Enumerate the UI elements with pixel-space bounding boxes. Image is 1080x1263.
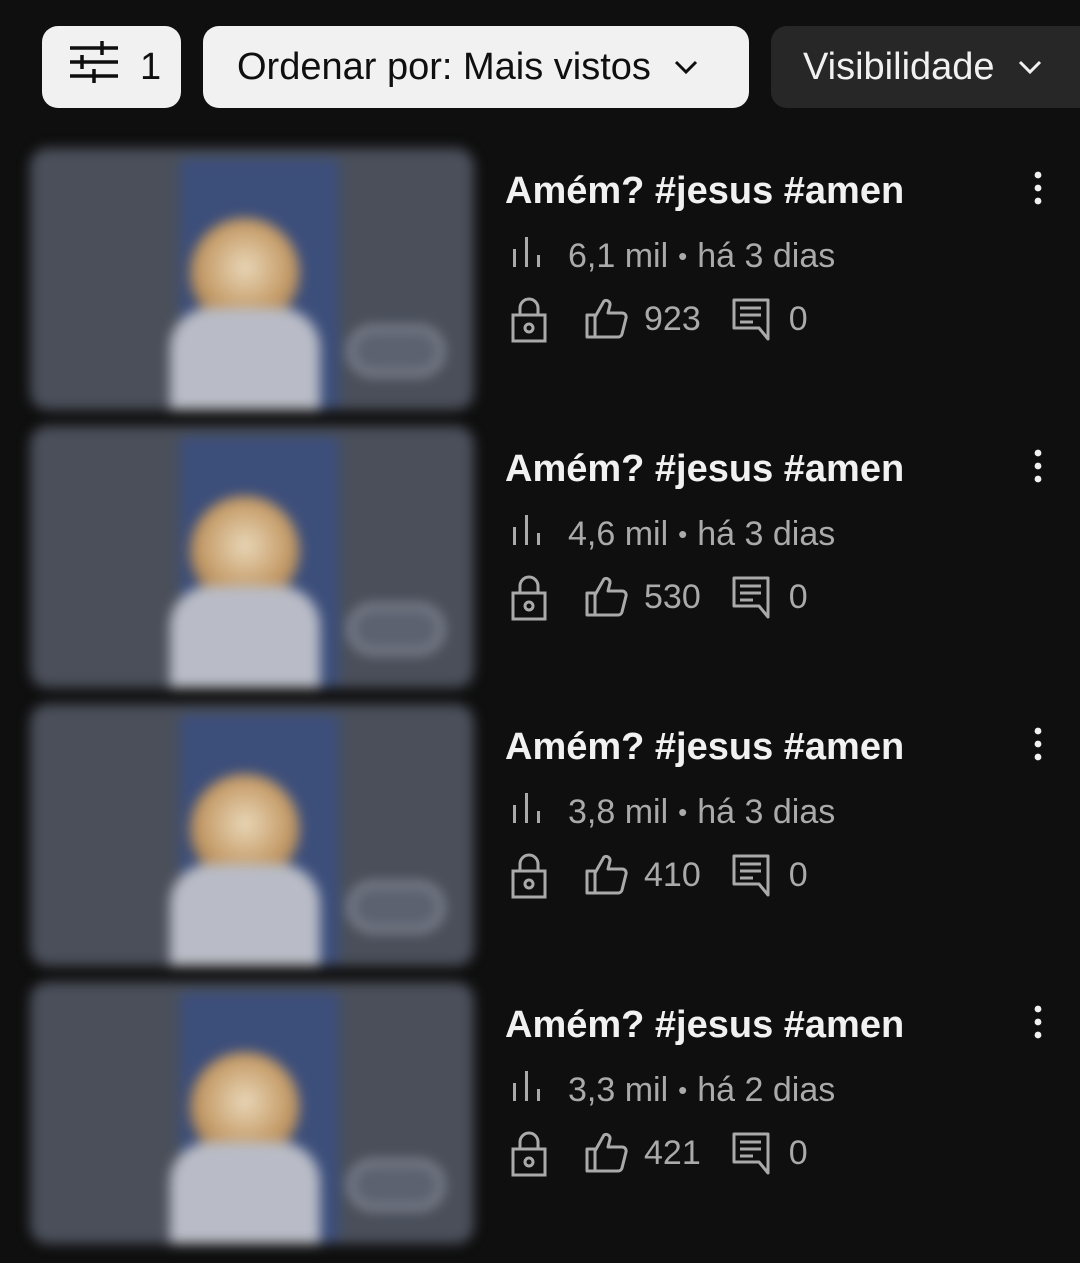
chevron-down-icon xyxy=(673,59,699,75)
thumbs-up-icon xyxy=(584,853,628,897)
like-count: 421 xyxy=(644,1133,701,1172)
comment-count: 0 xyxy=(788,1133,808,1172)
view-count: 3,8 mil xyxy=(568,792,669,831)
filter-bar: 1 Ordenar por: Mais vistos Visibilidade xyxy=(0,0,1080,130)
view-count: 3,3 mil xyxy=(568,1070,669,1109)
chevron-down-icon xyxy=(1017,59,1043,75)
comment-icon xyxy=(731,297,771,341)
video-row[interactable]: Amém? #jesus #amen 3,3 mil • há 2 dias 4… xyxy=(0,974,1080,1244)
thumbs-up-icon xyxy=(584,297,628,341)
like-count: 410 xyxy=(644,855,701,894)
video-metrics: 923 0 xyxy=(510,294,808,344)
comment-count: 0 xyxy=(788,855,808,894)
like-count: 530 xyxy=(644,577,701,616)
view-count: 4,6 mil xyxy=(568,514,669,553)
lock-icon xyxy=(510,1129,548,1177)
video-stats: 4,6 mil • há 3 dias xyxy=(510,512,835,556)
more-vert-icon[interactable] xyxy=(1020,1002,1056,1042)
separator: • xyxy=(678,518,688,549)
filter-button[interactable]: 1 xyxy=(42,26,181,108)
upload-age: há 3 dias xyxy=(697,792,836,831)
comment-icon xyxy=(731,1131,771,1175)
upload-age: há 3 dias xyxy=(697,514,836,553)
video-thumbnail[interactable] xyxy=(30,148,474,410)
bar-chart-icon xyxy=(510,1069,546,1112)
bar-chart-icon xyxy=(510,235,546,278)
bar-chart-icon xyxy=(510,791,546,834)
video-metrics: 421 0 xyxy=(510,1128,808,1178)
sliders-icon xyxy=(68,40,120,94)
comment-icon xyxy=(731,575,771,619)
like-count: 923 xyxy=(644,299,701,338)
separator: • xyxy=(678,240,688,271)
bar-chart-icon xyxy=(510,513,546,556)
upload-age: há 2 dias xyxy=(697,1070,836,1109)
video-stats: 3,3 mil • há 2 dias xyxy=(510,1068,835,1112)
video-title[interactable]: Amém? #jesus #amen xyxy=(505,726,904,769)
video-metrics: 410 0 xyxy=(510,850,808,900)
video-row[interactable]: Amém? #jesus #amen 6,1 mil • há 3 dias 9… xyxy=(0,140,1080,410)
lock-icon xyxy=(510,851,548,899)
video-thumbnail[interactable] xyxy=(30,704,474,966)
video-row[interactable]: Amém? #jesus #amen 4,6 mil • há 3 dias 5… xyxy=(0,418,1080,688)
comment-icon xyxy=(731,853,771,897)
comment-count: 0 xyxy=(788,577,808,616)
video-title[interactable]: Amém? #jesus #amen xyxy=(505,170,904,213)
video-row[interactable]: Amém? #jesus #amen 3,8 mil • há 3 dias 4… xyxy=(0,696,1080,966)
visibility-dropdown[interactable]: Visibilidade xyxy=(771,26,1080,108)
video-metrics: 530 0 xyxy=(510,572,808,622)
lock-icon xyxy=(510,573,548,621)
video-thumbnail[interactable] xyxy=(30,982,474,1244)
sort-label: Ordenar por: Mais vistos xyxy=(237,45,651,88)
thumbs-up-icon xyxy=(584,1131,628,1175)
separator: • xyxy=(678,796,688,827)
filter-count: 1 xyxy=(140,45,162,88)
video-title[interactable]: Amém? #jesus #amen xyxy=(505,448,904,491)
separator: • xyxy=(678,1074,688,1105)
more-vert-icon[interactable] xyxy=(1020,168,1056,208)
video-stats: 3,8 mil • há 3 dias xyxy=(510,790,835,834)
more-vert-icon[interactable] xyxy=(1020,446,1056,486)
more-vert-icon[interactable] xyxy=(1020,724,1056,764)
thumbs-up-icon xyxy=(584,575,628,619)
view-count: 6,1 mil xyxy=(568,236,669,275)
sort-dropdown[interactable]: Ordenar por: Mais vistos xyxy=(203,26,749,108)
video-stats: 6,1 mil • há 3 dias xyxy=(510,234,835,278)
video-title[interactable]: Amém? #jesus #amen xyxy=(505,1004,904,1047)
lock-icon xyxy=(510,295,548,343)
upload-age: há 3 dias xyxy=(697,236,836,275)
visibility-label: Visibilidade xyxy=(803,45,995,88)
video-thumbnail[interactable] xyxy=(30,426,474,688)
comment-count: 0 xyxy=(788,299,808,338)
